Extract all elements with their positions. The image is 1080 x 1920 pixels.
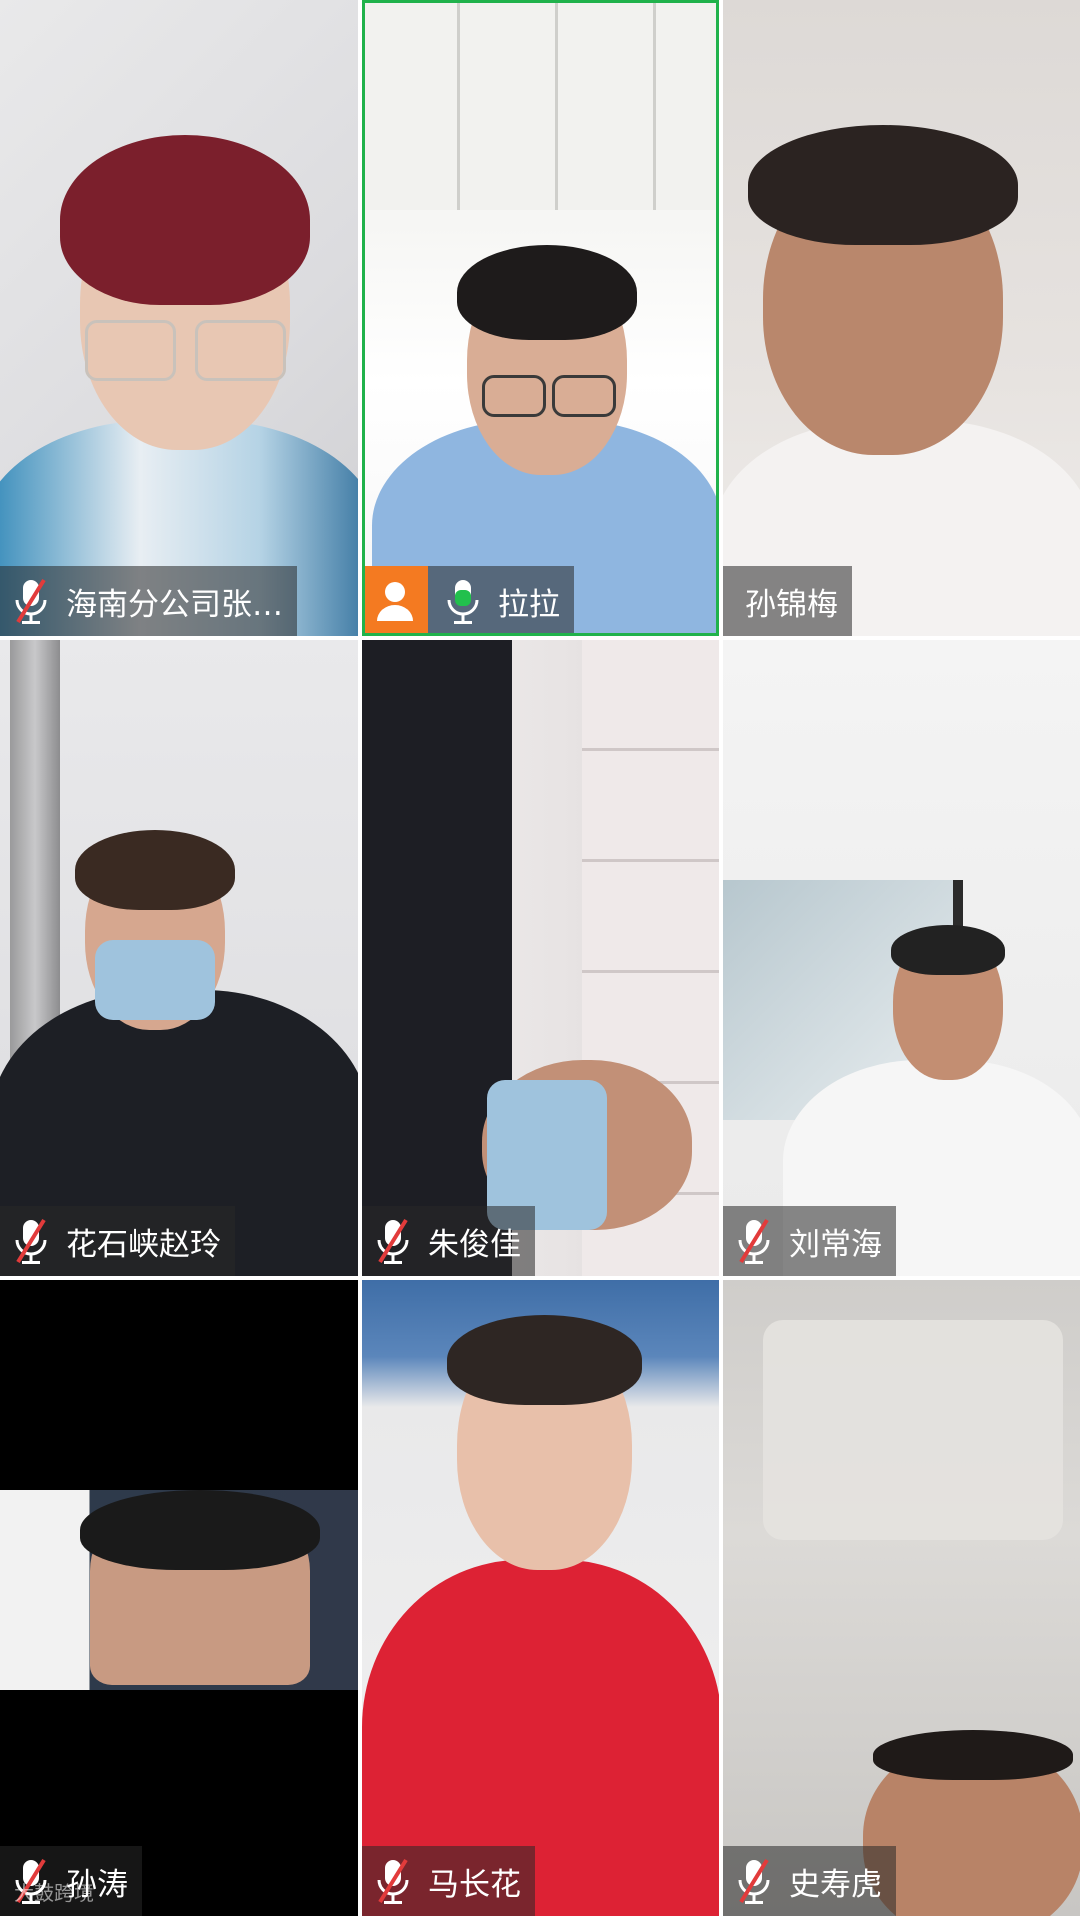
mic-muted-icon [372, 1216, 414, 1266]
video-grid: 海南分公司张… 拉拉 孙锦梅 花石峡赵玲 朱俊佳 刘常海 孙涛 大鼓跨境 马长花… [0, 0, 1080, 1920]
video-tile[interactable]: 孙锦梅 [723, 0, 1080, 636]
video-tile[interactable]: 海南分公司张… [0, 0, 358, 636]
mic-muted-icon [10, 1216, 52, 1266]
participant-label: 花石峡赵玲 [0, 1206, 235, 1276]
watermark-text: 大鼓跨境 [14, 1881, 94, 1905]
mic-muted-icon [733, 1216, 775, 1266]
participant-label: 史寿虎 [723, 1846, 896, 1916]
participant-name: 海南分公司张… [66, 586, 283, 623]
video-tile[interactable]: 花石峡赵玲 [0, 640, 358, 1276]
participant-label: 海南分公司张… [0, 566, 297, 636]
video-tile[interactable]: 孙涛 大鼓跨境 [0, 1280, 358, 1916]
participant-name: 拉拉 [498, 586, 560, 623]
participant-name: 史寿虎 [789, 1866, 882, 1903]
video-tile[interactable]: 史寿虎 [723, 1280, 1080, 1916]
mic-muted-icon [733, 1856, 775, 1906]
participant-label: 马长花 [362, 1846, 535, 1916]
participant-label: 拉拉 [362, 566, 574, 636]
user-avatar-icon [362, 566, 428, 636]
participant-label: 刘常海 [723, 1206, 896, 1276]
participant-label: 孙锦梅 [723, 566, 852, 636]
video-tile-active[interactable]: 拉拉 [362, 0, 719, 636]
participant-name: 刘常海 [789, 1226, 882, 1263]
mic-speaking-icon [442, 576, 484, 626]
participant-name: 花石峡赵玲 [66, 1226, 221, 1263]
video-tile[interactable]: 刘常海 [723, 640, 1080, 1276]
participant-name: 孙锦梅 [745, 586, 838, 623]
participant-label: 朱俊佳 [362, 1206, 535, 1276]
video-tile[interactable]: 朱俊佳 [362, 640, 719, 1276]
mic-muted-icon [372, 1856, 414, 1906]
mic-muted-icon [10, 576, 52, 626]
video-tile[interactable]: 马长花 [362, 1280, 719, 1916]
participant-name: 马长花 [428, 1866, 521, 1903]
participant-name: 朱俊佳 [428, 1226, 521, 1263]
